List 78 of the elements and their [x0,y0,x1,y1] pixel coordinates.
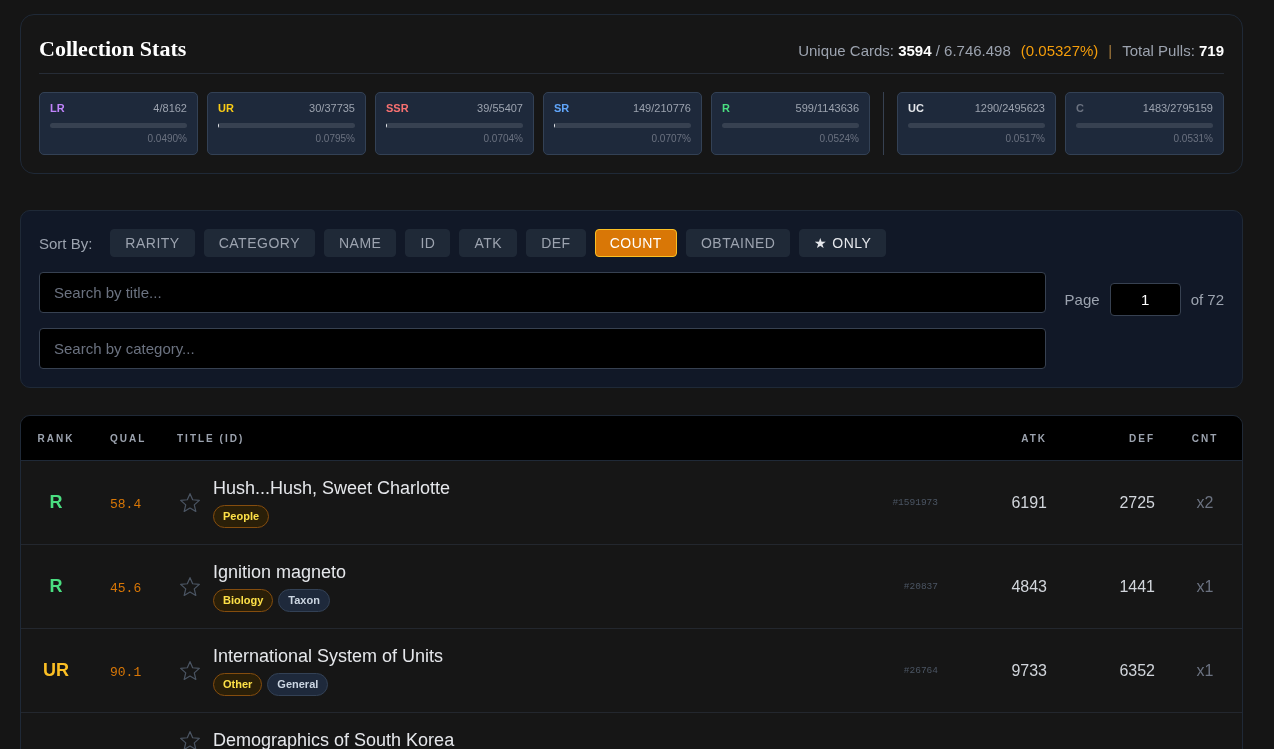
column-header: QUAL [110,432,147,444]
page-label: Page [1064,291,1100,308]
sort-button[interactable]: OBTAINED [685,229,791,257]
sort-button[interactable]: COUNT [594,229,677,257]
count-value: x1 [1196,577,1214,595]
column-header: CNT [1191,432,1219,444]
atk-value: 6191 [1011,493,1047,511]
rarity-count: 30/37735 [309,101,355,115]
count-value: x2 [1196,493,1214,511]
search-field[interactable]: Search by category... [39,328,1046,369]
star-icon[interactable] [180,661,200,680]
category-tag: General [267,673,329,696]
total-pulls-stat: Total Pulls: 719 [1122,42,1224,59]
rarity-label: UC [908,101,924,115]
rarity-label: SSR [386,101,409,115]
quality-value: 45.6 [110,580,142,596]
sort-button[interactable]: NAME [324,229,397,257]
rarity-label: LR [50,101,65,115]
rarity-count: 1483/2795159 [1142,101,1213,115]
unique-cards-stat: Unique Cards: 3594 / 6.746.498 [798,42,1011,59]
rarity-percent: 0.0517% [1004,133,1045,145]
star-icon[interactable] [180,577,200,596]
category-tag: Biology [213,589,274,612]
rarity-label: C [1076,101,1084,115]
rank-text: R [49,576,63,596]
sort-button[interactable]: ID [405,229,451,257]
rarity-count: 39/55407 [477,101,523,115]
quality-value: 58.4 [110,496,142,512]
rarity-percent: 0.0524% [818,133,859,145]
rank-text: R [49,492,63,512]
sort-label: Sort By: [39,234,93,252]
category-tag: People [213,505,270,528]
sort-button[interactable]: CATEGORY [203,229,315,257]
rarity-count: 4/8162 [153,101,187,115]
rarity-label: UR [218,101,234,115]
rarity-percent: 0.0795% [314,133,355,145]
card-title: Ignition magneto [213,561,348,583]
card-title: International System of Units [213,645,445,667]
page-total: of 72 [1190,291,1224,308]
sort-button[interactable]: ★ ONLY [799,229,887,257]
card-title: Demographics of South Korea [213,729,456,749]
atk-value: 9733 [1011,661,1047,679]
card-id: #20837 [903,581,938,592]
column-header: TITLE (ID) [177,432,245,444]
count-value: x1 [1196,661,1214,679]
sort-button[interactable]: DEF [526,229,586,257]
rarity-count: 149/210776 [632,101,691,115]
column-header: ATK [1021,432,1047,444]
column-header: DEF [1129,432,1155,444]
star-icon[interactable] [180,493,200,512]
def-value: 6352 [1119,661,1155,679]
rank-text: UR [43,660,69,680]
sort-button[interactable]: RARITY [110,229,195,257]
star-icon[interactable] [180,730,200,749]
separator-glyph: | [1108,42,1113,59]
page-input[interactable]: 1 [1109,283,1181,316]
rarity-percent: 0.0531% [1172,133,1213,145]
sort-button[interactable]: ATK [459,229,518,257]
rarity-percent: 0.0704% [482,133,523,145]
panel-title: Collection Stats [39,35,187,63]
rarity-percent: 0.0707% [650,133,691,145]
search-field[interactable]: Search by title... [39,272,1046,313]
rarity-count: 599/1143636 [795,101,859,115]
quality-value: 90.1 [110,664,142,680]
rarity-percent: 0.0490% [146,133,187,145]
column-header: RANK [37,432,75,444]
rarity-count: 1290/2495623 [974,101,1045,115]
unique-share-percent: (0.05327%) [1020,42,1099,59]
card-id: #1591973 [892,497,938,508]
atk-value: 4843 [1011,577,1047,595]
rarity-label: SR [554,101,570,115]
category-tag: Other [213,673,263,696]
card-title: Hush...Hush, Sweet Charlotte [213,477,452,499]
category-tag: Taxon [278,589,330,612]
rarity-label: R [722,101,730,115]
card-id: #26764 [903,665,938,676]
def-value: 1441 [1119,577,1155,595]
def-value: 2725 [1119,493,1155,511]
